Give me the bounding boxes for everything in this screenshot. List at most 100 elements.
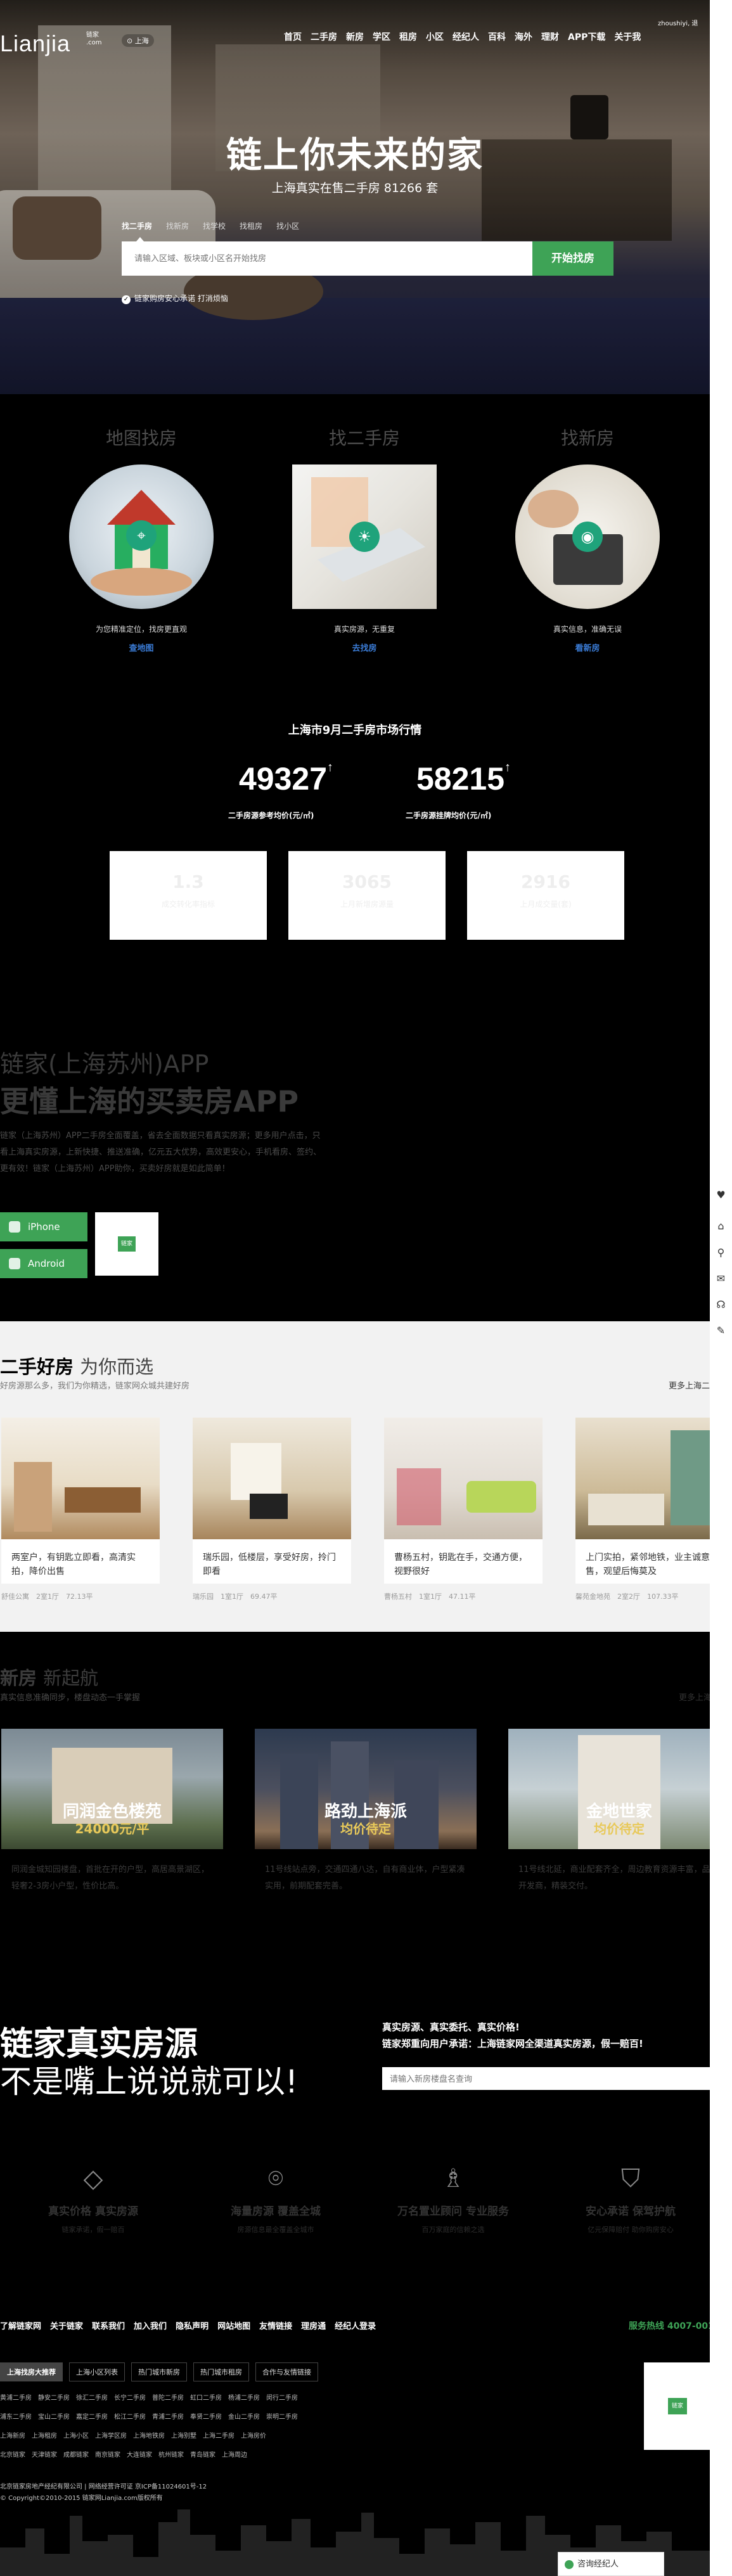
chat-icon	[565, 2560, 574, 2569]
new-home-card[interactable]: 金地世家 均价待定 11号线北延，商业配套齐全，周边教育资源丰富，品牌开发商，精…	[508, 1729, 730, 1895]
headset-icon[interactable]: ☊	[710, 1298, 732, 1310]
search-tabs: 找二手房 找新房 找学校 找租房 找小区	[122, 221, 313, 231]
android-label: Android	[28, 1258, 65, 1269]
nav-item-4[interactable]: 租房	[399, 30, 417, 43]
house-photo-sofa	[588, 1494, 664, 1525]
footer-link-4[interactable]: 隐私声明	[176, 2322, 209, 2331]
heart-icon[interactable]: ♥	[710, 1189, 732, 1201]
footer-link-row[interactable]: 上海新房 上海租房 上海小区 上海学区房 上海地铁房 上海别墅 上海二手房 上海…	[0, 2430, 266, 2440]
search-tab-1[interactable]: 找新房	[166, 221, 189, 231]
tie-icon: ♗	[442, 2164, 465, 2193]
iphone-download-button[interactable]: iPhone	[0, 1212, 87, 1241]
nav-item-8[interactable]: 海外	[515, 30, 532, 43]
company-info: 北京链家房地产经纪有限公司 | 网络经营许可证 京ICP备11024601号-1…	[0, 2483, 207, 2490]
footer-tab-0[interactable]: 上海找房大推荐	[0, 2362, 63, 2381]
new-homes-subtitle: 真实信息准确同步，楼盘动态一手掌握	[0, 1693, 141, 1703]
advantage-title: 真实价格 真实房源	[48, 2205, 138, 2218]
footer-link-2[interactable]: 联系我们	[92, 2322, 125, 2331]
nav-item-3[interactable]: 学区	[373, 30, 390, 43]
house-caption: 两室户，有钥匙立即看，高清实拍，降价出售	[1, 1539, 160, 1584]
home-icon[interactable]: ⌂	[710, 1220, 732, 1232]
right-toolbar	[710, 0, 732, 2576]
feature-map-image[interactable]: ⌖	[69, 465, 214, 609]
newhome-query-input[interactable]	[382, 2067, 710, 2090]
footer-link-5[interactable]: 网站地图	[217, 2322, 250, 2331]
feature-resale-image[interactable]: ☀	[292, 465, 437, 609]
footer-link-row[interactable]: 北京链家 天津链家 成都链家 南京链家 大连链家 杭州链家 青岛链家 上海周边	[0, 2449, 247, 2459]
house-card[interactable]: 曹杨五村，钥匙在手，交通方便，视野很好 曹杨五村 1室1厅 47.11平	[384, 1418, 543, 1601]
nav-item-6[interactable]: 经纪人	[453, 30, 479, 43]
footer-tab-4[interactable]: 合作与友情链接	[255, 2362, 318, 2381]
newhome-search-link[interactable]: 看新房	[511, 641, 664, 653]
site-logo[interactable]: Lianjia	[0, 30, 70, 57]
house-photo-chair	[250, 1494, 288, 1519]
promise-link[interactable]: ✓ 链家购房安心承诺 打消烦恼	[122, 293, 228, 304]
nav-item-0[interactable]: 首页	[284, 30, 302, 43]
search-tab-3[interactable]: 找租房	[240, 221, 262, 231]
footer-link-1[interactable]: 关于链家	[50, 2322, 83, 2331]
search-icon[interactable]: ⚲	[710, 1246, 732, 1259]
nav-item-1[interactable]: 二手房	[311, 30, 337, 43]
search-button[interactable]: 开始找房	[532, 241, 613, 276]
nav-item-7[interactable]: 百科	[488, 30, 506, 43]
new-homes-title-main: 新房	[0, 1667, 37, 1689]
mail-icon[interactable]: ✉	[710, 1272, 732, 1285]
house-meta: 馨苑金地苑 2室2厅 107.33平	[575, 1592, 679, 1601]
map-search-link[interactable]: 查地图	[65, 641, 217, 653]
advantage-desc: 百万家庭的信赖之选	[421, 2226, 485, 2234]
feature-title: 地图找房	[105, 428, 177, 449]
resale-search-link[interactable]: 去找房	[288, 641, 440, 653]
house-card[interactable]: 上门实拍，紧邻地铁，业主诚意出售，观望后悔莫及 馨苑金地苑 2室2厅 107.3…	[575, 1418, 732, 1601]
footer-link-row[interactable]: 黄浦二手房 静安二手房 徐汇二手房 长宁二手房 普陀二手房 虹口二手房 杨浦二手…	[0, 2392, 298, 2402]
listing-price-label: 二手房源参考均价(元/㎡)	[228, 811, 314, 820]
logo-tagline: 链家 .com	[86, 32, 102, 47]
listing-price: 49327↑	[239, 760, 333, 797]
slogan-promise-1: 真实房源、真实委托、真实价格!	[382, 2022, 520, 2033]
nav-item-10[interactable]: APP下载	[568, 30, 605, 43]
footer-link-3[interactable]: 加入我们	[134, 2322, 167, 2331]
consult-agent-button[interactable]: 咨询经纪人	[558, 2552, 664, 2576]
house-card[interactable]: 瑞乐园，低楼层，享受好房，拎门即看 瑞乐园 1室1厅 69.47平	[193, 1418, 351, 1601]
advantage-title: 万名置业顾问 专业服务	[397, 2205, 509, 2218]
footer-tab-2[interactable]: 热门城市新房	[131, 2362, 187, 2381]
search-tab-2[interactable]: 找学校	[203, 221, 226, 231]
slogan-line2: 不是嘴上说说就可以!	[0, 2063, 299, 2100]
search-tab-0[interactable]: 找二手房	[122, 221, 152, 231]
android-download-button[interactable]: Android	[0, 1249, 87, 1278]
edit-icon[interactable]: ✎	[710, 1324, 732, 1336]
footer-link-7[interactable]: 理房通	[301, 2322, 326, 2331]
feature-desc: 为您精准定位，找房更直观	[95, 625, 187, 634]
hero-banner	[0, 0, 710, 394]
new-home-card[interactable]: 同润金色楼苑 24000元/平 同润金城知园楼盘，首批在开的户型，高居高景湖区，…	[1, 1729, 223, 1895]
nav-item-9[interactable]: 理财	[541, 30, 559, 43]
apple-icon	[9, 1221, 20, 1233]
deal-price-label: 二手房源挂牌均价(元/㎡)	[406, 811, 492, 820]
footer-tab-1[interactable]: 上海小区列表	[69, 2362, 125, 2381]
hero-subtitle-prefix: 上海真实在售二手房	[271, 181, 384, 195]
house-photo-table	[65, 1487, 141, 1513]
new-homes-title-suffix: 新起航	[43, 1667, 99, 1689]
footer-tab-3[interactable]: 热门城市租房	[193, 2362, 249, 2381]
footer-link-8[interactable]: 经纪人登录	[335, 2322, 376, 2331]
house-card[interactable]: 两室户，有钥匙立即看，高清实拍，降价出售 舒佳公寓 2室1厅 72.13平	[1, 1418, 160, 1601]
newhome-query-box	[382, 2067, 710, 2090]
new-home-card[interactable]: 路劲上海派 均价待定 11号线站点旁，交通四通八达，自有商业体，户型紧凑实用，前…	[255, 1729, 477, 1895]
user-account-link[interactable]: zhoushiyi, 退	[658, 18, 698, 27]
nav-item-11[interactable]: 关于我	[614, 30, 641, 43]
app-qr-code: 链家	[95, 1212, 158, 1276]
footer-link-6[interactable]: 友情链接	[259, 2322, 292, 2331]
hero-title: 链上你未来的家	[226, 135, 484, 176]
footer-link-0[interactable]: 了解链家网	[0, 2322, 41, 2331]
search-input[interactable]	[122, 241, 532, 276]
city-selector[interactable]: ⊙ 上海	[122, 34, 154, 47]
nav-item-2[interactable]: 新房	[346, 30, 364, 43]
house-photo	[384, 1418, 543, 1539]
advantage-title: 海量房源 覆盖全城	[231, 2205, 321, 2218]
search-tab-4[interactable]: 找小区	[276, 221, 299, 231]
feature-newhome-image[interactable]: ◉	[515, 465, 660, 609]
footer-link-row[interactable]: 浦东二手房 宝山二手房 嘉定二手房 松江二手房 青浦二手房 奉贤二手房 金山二手…	[0, 2411, 298, 2421]
nav-item-5[interactable]: 小区	[426, 30, 444, 43]
feature-title: 找二手房	[328, 428, 400, 449]
hero-subtitle-suffix: 套	[422, 181, 439, 195]
location-icon: ⊙	[127, 37, 135, 45]
